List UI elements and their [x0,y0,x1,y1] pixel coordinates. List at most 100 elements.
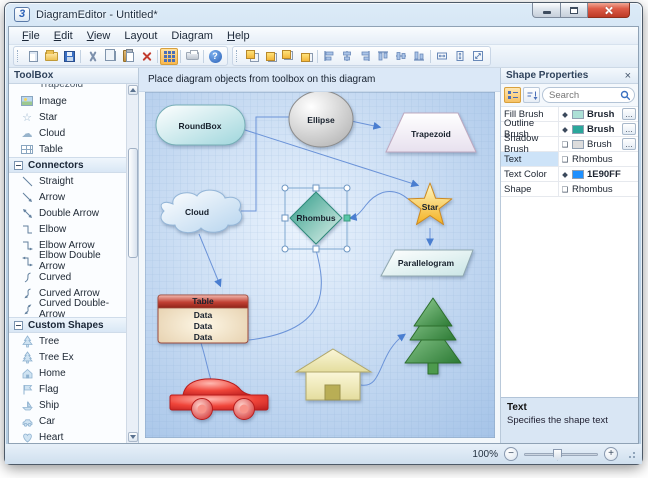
selection-handle[interactable] [282,246,288,252]
scroll-up-icon [130,88,136,92]
menu-edit[interactable]: Edit [47,29,80,43]
svg-text:Data: Data [194,310,213,320]
send-backward-button[interactable] [297,48,315,65]
property-row-text[interactable]: Text ❑ Rhombus [501,152,638,167]
toolbox-item-cloud[interactable]: ☁ Cloud [9,125,126,141]
selection-handle[interactable] [344,246,350,252]
selection-handle[interactable] [282,185,288,191]
text-color-swatch[interactable] [572,170,584,179]
menu-layout[interactable]: Layout [117,29,164,43]
menu-file[interactable]: File [15,29,47,43]
toolbox-item-arrow[interactable]: Arrow [9,189,126,205]
align-right-button[interactable] [356,48,374,65]
align-top-button[interactable] [374,48,392,65]
same-size-button[interactable] [469,48,487,65]
collapse-icon[interactable] [14,321,23,330]
align-middle-icon [395,50,407,62]
send-to-back-button[interactable] [261,48,279,65]
property-row-text-color[interactable]: Text Color ◆ 1E90FF [501,167,638,182]
align-center-button[interactable] [338,48,356,65]
selection-handle[interactable] [313,185,319,191]
diagram-canvas[interactable]: RoundBox Ellipse Trapezoid Cloud [145,92,495,438]
connection-handle[interactable] [344,215,350,221]
toolbar-grip[interactable] [236,50,239,62]
delete-button[interactable] [137,48,155,65]
grid-toggle-button[interactable] [160,48,178,65]
search-input[interactable] [547,89,620,102]
minimize-button[interactable] [532,3,561,18]
scroll-down-button[interactable] [128,432,138,442]
toolbox-item-elbow[interactable]: Elbow [9,221,126,237]
maximize-button[interactable] [561,3,588,18]
align-bottom-button[interactable] [410,48,428,65]
toolbox-item-straight[interactable]: Straight [9,173,126,189]
scroll-up-button[interactable] [128,85,138,95]
outline-brush-more-button[interactable]: … [622,123,636,135]
zoom-out-button[interactable]: − [504,447,518,461]
same-height-button[interactable] [451,48,469,65]
toolbox-item-trapezoid[interactable]: Trapezoid [9,84,126,93]
search-icon[interactable] [620,90,630,101]
toolbox-item-ship[interactable]: Ship [9,397,126,413]
scrollbar-thumb[interactable] [128,148,138,258]
toolbox-item-table[interactable]: Table [9,141,126,157]
resize-grip[interactable] [626,449,636,459]
menu-diagram[interactable]: Diagram [164,29,220,43]
shape-parallelogram[interactable]: Parallelogram [381,250,473,276]
shape-roundbox[interactable]: RoundBox [156,105,245,145]
menu-view[interactable]: View [80,29,118,43]
cut-button[interactable] [83,48,101,65]
close-panel-icon[interactable]: × [623,70,633,82]
shape-table[interactable]: Table Data Data Data [158,295,248,343]
shape-ellipse[interactable]: Ellipse [289,92,353,147]
bring-forward-button[interactable] [279,48,297,65]
selection-handle[interactable] [344,185,350,191]
toolbox-item-heart[interactable]: Heart [9,429,126,443]
help-button[interactable] [206,48,224,65]
toolbox-section-connectors[interactable]: Connectors [9,157,126,173]
selection-handle[interactable] [313,246,319,252]
property-row-shape[interactable]: Shape ❑ Rhombus [501,182,638,197]
categorized-button[interactable] [504,87,521,103]
toolbox-item-double-arrow[interactable]: Double Arrow [9,205,126,221]
toolbox-item-elbow-double-arrow[interactable]: Elbow Double Arrow [9,253,126,269]
fill-brush-more-button[interactable]: … [622,108,636,120]
toolbox-item-car[interactable]: Car [9,413,126,429]
toolbox-item-home[interactable]: Home [9,365,126,381]
toolbox-item-tree-ex[interactable]: Tree Ex [9,349,126,365]
text-value[interactable]: Rhombus [572,154,613,165]
new-button[interactable] [24,48,42,65]
toolbox-item-flag[interactable]: Flag [9,381,126,397]
collapse-icon[interactable] [14,161,23,170]
minimize-icon [543,11,551,14]
toolbar-grip[interactable] [17,50,20,62]
toolbox-item-tree[interactable]: Tree [9,333,126,349]
selection-handle[interactable] [282,215,288,221]
toolbox-item-star[interactable]: ☆ Star [9,109,126,125]
alphabetical-sort-button[interactable] [523,87,540,103]
same-width-button[interactable] [433,48,451,65]
open-button[interactable] [42,48,60,65]
zoom-in-button[interactable]: + [604,447,618,461]
fill-brush-swatch[interactable] [572,110,584,119]
toolbox-scrollbar[interactable] [126,84,138,443]
property-row-shadow-brush[interactable]: Shadow Brush ❑ Brush … [501,137,638,152]
bring-to-front-button[interactable] [243,48,261,65]
align-middle-button[interactable] [392,48,410,65]
paste-button[interactable] [119,48,137,65]
menu-help[interactable]: Help [220,29,257,43]
zoom-slider-thumb[interactable] [553,449,562,461]
toolbox-item-curved-double-arrow[interactable]: Curved Double-Arrow [9,301,126,317]
copy-button[interactable] [101,48,119,65]
print-button[interactable] [183,48,201,65]
outline-brush-swatch[interactable] [572,125,584,134]
toolbox-item-image[interactable]: Image [9,93,126,109]
save-button[interactable] [60,48,78,65]
zoom-slider[interactable] [524,453,598,456]
title-bar[interactable]: 3 DiagramEditor - Untitled* [5,3,642,26]
align-left-button[interactable] [320,48,338,65]
shadow-brush-swatch[interactable] [572,140,584,149]
svg-text:Parallelogram: Parallelogram [398,258,455,268]
close-button[interactable] [588,3,630,18]
shadow-brush-more-button[interactable]: … [622,138,636,150]
